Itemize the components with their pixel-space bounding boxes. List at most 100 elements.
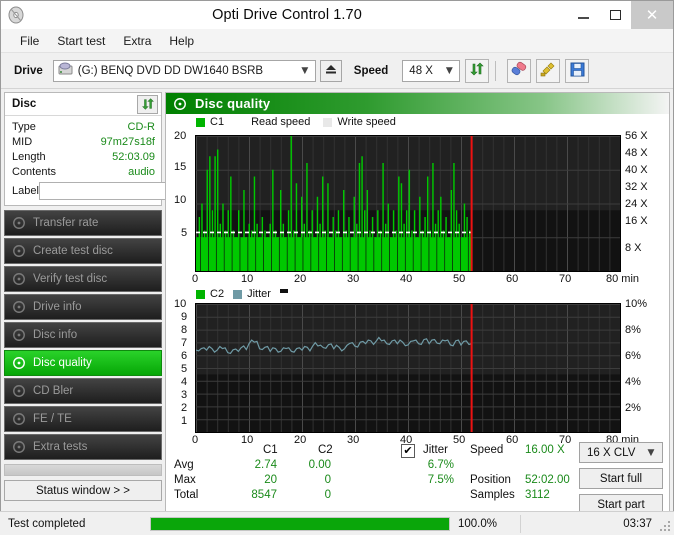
c1-xtick-50: 50: [453, 273, 466, 285]
disc-info-rows: Type CD-R MID 97m27s18f Length 52:03.09 …: [5, 116, 242, 205]
app-icon: [7, 5, 27, 25]
info-key-position: Position: [470, 474, 511, 486]
eject-icon: [324, 63, 338, 78]
info-value-speed: 16.00 X: [525, 444, 565, 456]
save-button[interactable]: [565, 58, 590, 83]
legend-swatch-c1: [196, 117, 205, 127]
close-icon: ✕: [645, 5, 659, 24]
window-controls: ✕: [567, 1, 673, 29]
sidebar-item-label: Extra tests: [33, 441, 88, 453]
menu-item-start-test[interactable]: Start test: [48, 32, 114, 50]
status-window-button[interactable]: Status window > >: [4, 480, 162, 501]
start-full-button[interactable]: Start full: [579, 468, 663, 489]
sidebar-item-verify-test-disc[interactable]: Verify test disc: [4, 266, 162, 292]
sidebar-item-extra-tests[interactable]: Extra tests: [4, 434, 162, 460]
legend-swatch-read-speed: [237, 117, 247, 127]
drive-value: (G:) BENQ DVD DD DW1640 BSRB: [77, 64, 264, 77]
sidebar-item-create-test-disc[interactable]: Create test disc: [4, 238, 162, 264]
eject-button[interactable]: [319, 59, 342, 82]
disc-quality-icon: [13, 357, 25, 369]
stats-c2-total: 0: [324, 489, 331, 501]
write-speed-select[interactable]: 16 X CLV ▼: [579, 442, 663, 463]
drive-label: Drive: [14, 64, 43, 77]
refresh-button[interactable]: [465, 58, 490, 83]
menu-item-extra[interactable]: Extra: [114, 32, 160, 50]
minimize-button[interactable]: [567, 1, 599, 29]
c2-ytick-4: 4: [181, 376, 188, 388]
stats-c2-avg: 0.00: [308, 459, 331, 471]
c1-xtick-70: 70: [559, 273, 572, 285]
disc-bler-icon: [13, 385, 25, 397]
tools-button[interactable]: [536, 58, 561, 83]
speed-select[interactable]: 48 X ▼: [402, 59, 461, 82]
c1-y2tick-24: 24 X: [625, 198, 648, 210]
toolbar: Drive (G:) BENQ DVD DD DW1640 BSRB ▼ Spe…: [1, 53, 673, 89]
sidebar-item-fe-te[interactable]: FE / TE: [4, 406, 162, 432]
c2-ytick-2: 2: [181, 402, 188, 414]
disc-refresh-button[interactable]: [137, 94, 158, 114]
speed-value: 48 X: [409, 64, 433, 77]
jitter-checkbox[interactable]: ✔: [401, 444, 415, 458]
disc-extra-icon: [13, 441, 25, 453]
c1-ytick-15: 15: [174, 161, 187, 173]
status-message: Test completed: [8, 517, 86, 530]
disc-quality-icon: [174, 97, 186, 110]
c2-ytick-10: 10: [174, 298, 187, 310]
disc-row-key: Contents: [12, 165, 57, 178]
plug-icon: [540, 61, 556, 80]
eraser-icon: [510, 61, 528, 80]
legend-swatch-write-speed: [323, 117, 333, 127]
disc-panel-title: Disc: [12, 98, 37, 110]
sidebar-item-disc-quality[interactable]: Disc quality: [4, 350, 162, 376]
resize-grip[interactable]: [660, 521, 670, 531]
menu-bar: File Start test Extra Help: [1, 29, 673, 53]
sidebar-item-transfer-rate[interactable]: Transfer rate: [4, 210, 162, 236]
c2-legend: C2 Jitter: [196, 288, 288, 300]
sidebar-item-cd-bler[interactable]: CD Bler: [4, 378, 162, 404]
stats-header-c1: C1: [263, 444, 278, 456]
legend-marker-icon: [279, 289, 288, 293]
sidebar-item-label: Verify test disc: [33, 273, 108, 285]
speed-label: Speed: [353, 64, 389, 77]
maximize-button[interactable]: [599, 1, 631, 29]
sidebar-item-label: Drive info: [33, 301, 82, 313]
jitter-max: 7.5%: [427, 474, 454, 486]
c1-xtick-10: 10: [241, 273, 254, 285]
elapsed-time: 03:37: [623, 517, 652, 530]
chevron-down-icon: ▼: [647, 447, 655, 458]
c1-y2tick-48: 48 X: [625, 147, 648, 159]
disc-verify-icon: [13, 273, 25, 285]
erase-button[interactable]: [507, 58, 532, 83]
c2-jitter-plot[interactable]: [195, 303, 621, 433]
main-body: Disc Type CD-R MID 97m27s18f Length 52:0…: [1, 89, 673, 524]
c1-plot[interactable]: [195, 135, 621, 272]
minimize-icon: [577, 17, 589, 19]
sidebar-item-disc-info[interactable]: Disc info: [4, 322, 162, 348]
jitter-avg: 6.7%: [427, 459, 454, 471]
close-button[interactable]: ✕: [631, 1, 673, 29]
progress-fill: [151, 517, 449, 530]
menu-item-file[interactable]: File: [11, 32, 48, 50]
disc-row-value: 52:03.09: [112, 150, 155, 163]
stats-c1-total: 8547: [251, 489, 277, 501]
disc-burn-icon: [13, 245, 25, 257]
refresh-arrows-icon: [469, 61, 485, 80]
sidebar-item-label: CD Bler: [33, 385, 74, 397]
menu-item-help[interactable]: Help: [160, 32, 203, 50]
disc-row-value: 97m27s18f: [100, 135, 155, 148]
sidebar-item-label: FE / TE: [33, 413, 72, 425]
disc-row-value: audio: [128, 165, 155, 178]
panel-title: Disc quality: [195, 96, 271, 111]
c1-xtick-60: 60: [506, 273, 519, 285]
disc-row-mid: MID 97m27s18f: [12, 134, 155, 149]
disc-info-icon: [13, 329, 25, 341]
drive-select[interactable]: (G:) BENQ DVD DD DW1640 BSRB ▼: [52, 59, 316, 82]
progress-bar: [150, 516, 450, 531]
sidebar-item-drive-info[interactable]: Drive info: [4, 294, 162, 320]
c1-y2tick-16: 16 X: [625, 215, 648, 227]
c2-y2tick-4: 4%: [625, 376, 641, 388]
disc-row-length: Length 52:03.09: [12, 149, 155, 164]
disc-label-key: Label: [12, 185, 39, 197]
charts-area: C1 Read speed Write speed 20 15 10 5 56 …: [166, 114, 669, 446]
refresh-arrows-icon: [141, 98, 154, 110]
